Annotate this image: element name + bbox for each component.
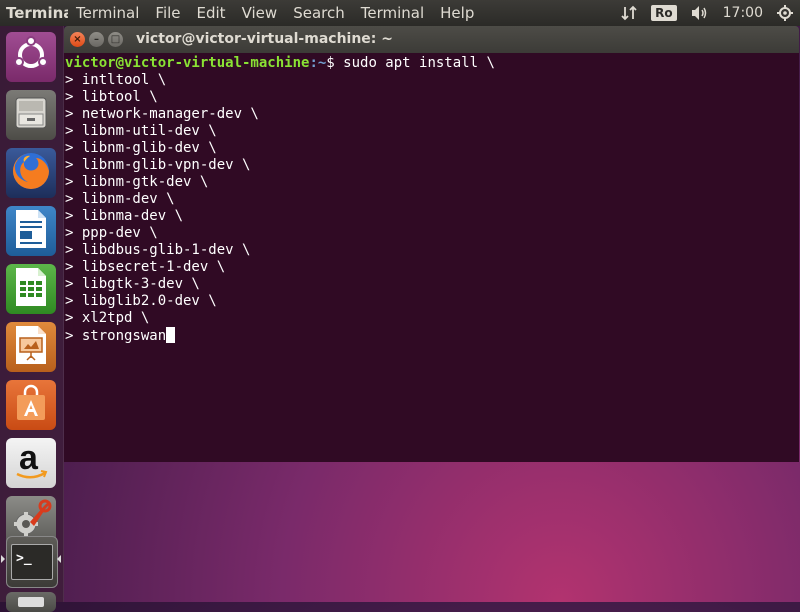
window-titlebar[interactable]: × – □ victor@victor-virtual-machine: ~ xyxy=(64,26,799,53)
command-text: $ sudo apt install \ xyxy=(326,55,495,71)
terminal-line: > libgtk-3-dev \ xyxy=(65,276,200,292)
launcher-software[interactable] xyxy=(6,380,56,430)
launcher-next-item[interactable] xyxy=(6,592,56,612)
app-menu: Terminal File Edit View Search Terminal … xyxy=(68,4,482,22)
calc-spreadsheet-icon xyxy=(13,267,49,311)
keyboard-layout-label: Ro xyxy=(651,5,677,21)
current-input-text: > strongswan xyxy=(65,328,167,344)
text-cursor xyxy=(166,327,176,343)
terminal-line: > xl2tpd \ xyxy=(65,310,150,326)
file-cabinet-icon xyxy=(12,94,50,136)
menu-help[interactable]: Help xyxy=(432,4,482,22)
shopping-bag-icon xyxy=(11,383,51,427)
disk-icon xyxy=(18,597,44,607)
active-window-indicator-left xyxy=(1,555,5,563)
terminal-line: > ppp-dev \ xyxy=(65,225,158,241)
menu-terminal-2[interactable]: Terminal xyxy=(353,4,432,22)
terminal-line: > libsecret-1-dev \ xyxy=(65,259,226,275)
ubuntu-logo-icon xyxy=(12,36,50,78)
launcher: a >_ xyxy=(0,26,64,612)
current-input-line: > strongswan xyxy=(65,327,799,345)
close-icon: × xyxy=(73,33,82,45)
menu-view[interactable]: View xyxy=(234,4,286,22)
launcher-writer[interactable] xyxy=(6,206,56,256)
terminal-line: > libglib2.0-dev \ xyxy=(65,293,217,309)
terminal-line: > libnma-dev \ xyxy=(65,208,184,224)
terminal-icon: >_ xyxy=(11,544,53,580)
firefox-icon xyxy=(10,150,52,196)
menu-search[interactable]: Search xyxy=(285,4,353,22)
clock[interactable]: 17:00 xyxy=(723,5,763,21)
maximize-button[interactable]: □ xyxy=(108,32,123,47)
launcher-firefox[interactable] xyxy=(6,148,56,198)
volume-icon[interactable] xyxy=(691,5,709,21)
terminal-line: > libdbus-glib-1-dev \ xyxy=(65,242,251,258)
amazon-icon: a xyxy=(11,439,51,483)
terminal-output[interactable]: victor@victor-virtual-machine:~$ sudo ap… xyxy=(64,53,799,462)
terminal-line: > network-manager-dev \ xyxy=(65,106,259,122)
terminal-window: × – □ victor@victor-virtual-machine: ~ v… xyxy=(64,26,799,462)
terminal-line: > libnm-glib-vpn-dev \ xyxy=(65,157,251,173)
terminal-line: > libnm-dev \ xyxy=(65,191,175,207)
maximize-icon: □ xyxy=(110,33,121,45)
terminal-line: > intltool \ xyxy=(65,72,167,88)
top-menu-bar: Terminal Terminal File Edit View Search … xyxy=(0,0,800,26)
launcher-dash[interactable] xyxy=(6,32,56,82)
terminal-icon-prompt: >_ xyxy=(16,551,32,566)
minimize-icon: – xyxy=(94,33,99,45)
launcher-files[interactable] xyxy=(6,90,56,140)
menu-edit[interactable]: Edit xyxy=(189,4,234,22)
command-line: victor@victor-virtual-machine:~$ sudo ap… xyxy=(65,55,799,72)
active-app-name: Terminal xyxy=(6,4,68,22)
window-controls: × – □ xyxy=(70,32,127,47)
focused-app-indicator-right xyxy=(57,555,61,563)
terminal-line: > libnm-gtk-dev \ xyxy=(65,174,209,190)
prompt-path: :~ xyxy=(309,55,327,71)
menu-file[interactable]: File xyxy=(147,4,188,22)
terminal-line: > libnm-util-dev \ xyxy=(65,123,217,139)
power-gear-icon[interactable] xyxy=(777,5,793,21)
close-button[interactable]: × xyxy=(70,32,85,47)
system-tray: Ro 17:00 xyxy=(614,0,800,26)
window-title: victor@victor-virtual-machine: ~ xyxy=(136,31,393,47)
menu-terminal[interactable]: Terminal xyxy=(68,4,147,22)
impress-presentation-icon xyxy=(13,325,49,369)
terminal-line: > libtool \ xyxy=(65,89,158,105)
launcher-terminal[interactable]: >_ xyxy=(6,536,58,588)
minimize-button[interactable]: – xyxy=(89,32,104,47)
launcher-impress[interactable] xyxy=(6,322,56,372)
prompt-user-host: victor@victor-virtual-machine xyxy=(65,55,310,71)
keyboard-layout-indicator[interactable]: Ro xyxy=(651,5,677,21)
writer-document-icon xyxy=(13,209,49,253)
terminal-line: > libnm-glib-dev \ xyxy=(65,140,217,156)
launcher-amazon[interactable]: a xyxy=(6,438,56,488)
network-arrows-icon[interactable] xyxy=(621,5,637,21)
launcher-calc[interactable] xyxy=(6,264,56,314)
